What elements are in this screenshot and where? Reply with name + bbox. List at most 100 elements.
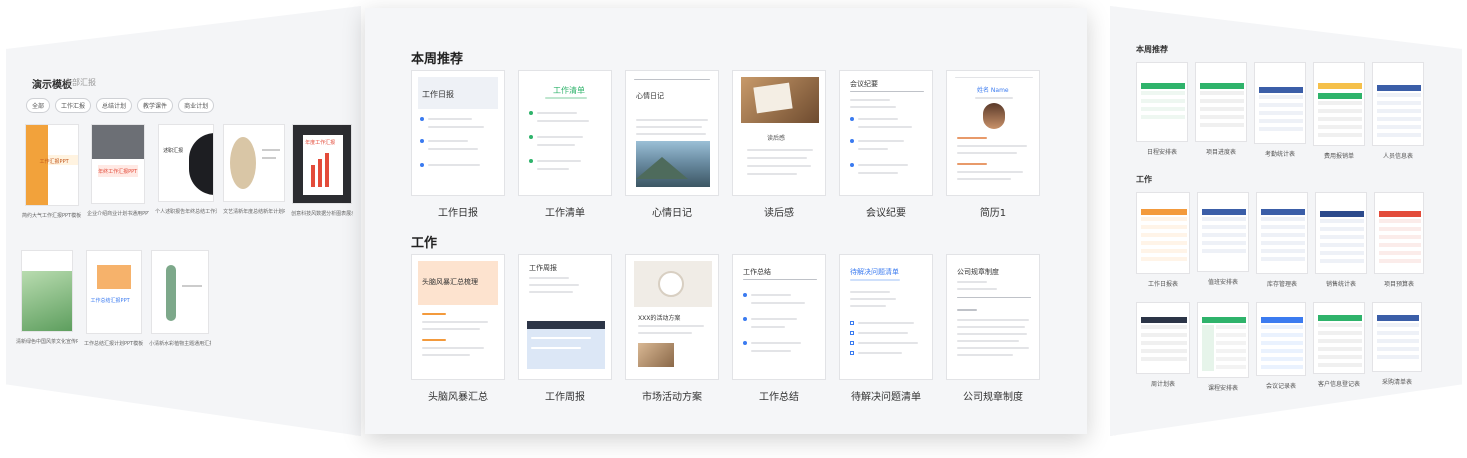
template-thumbnail: 公司规章制度 [946,254,1040,380]
sheet-caption: 周计划表 [1150,381,1175,388]
ppt-card[interactable]: 工作汇报PPT 简约大气工作汇报PPT模板 [22,124,81,219]
template-label: 待解决问题清单 [851,392,921,403]
sheet-card[interactable]: 课程安排表 [1197,302,1249,392]
ppt-card[interactable]: 年终工作汇报PPT 企业介绍商业计划书通用PPT模板 [87,124,149,219]
template-label: 心情日记 [652,208,692,219]
ppt-card[interactable]: 小清新水彩植物主题通用汇报PPT... [149,250,211,347]
sheet-thumbnail [1136,192,1190,274]
template-card-book-review[interactable]: 读后感 读后感 [732,70,826,219]
sheet-caption: 工作日报表 [1147,281,1178,288]
template-thumbnail: 姓名 Name [946,70,1040,196]
sheet-caption: 人员信息表 [1382,153,1413,160]
template-thumbnail: 工作周报 [518,254,612,380]
right-heading-work: 工作 [1136,175,1152,184]
tab-all[interactable]: 全部 [26,98,51,113]
sheet-card[interactable]: 销售统计表 [1315,192,1367,288]
sheet-caption: 费用报销单 [1323,153,1354,160]
template-card-issue-list[interactable]: 待解决问题清单 待解决问题清单 [839,254,933,403]
ppt-caption: 工作总结汇报计划PPT模板 [84,341,144,347]
right-heading-weekly: 本周推荐 [1136,45,1168,54]
ppt-thumbnail: 述职汇报 [158,124,215,202]
ppt-thumbnail: 年度工作汇报 [292,124,353,204]
work-template-grid: 头脑风暴汇总梳理 头脑风暴汇总 工作周报 工作周报 XXX的活动方案 市场活动方… [411,254,1040,403]
tab-summary[interactable]: 总结计划 [96,98,133,113]
sheet-caption: 会议记录表 [1265,383,1296,390]
template-label: 工作清单 [545,208,585,219]
sheet-thumbnail [1256,302,1306,376]
template-thumbnail: 读后感 [732,70,826,196]
ppt-card[interactable]: 年度工作汇报 创意科技风数据分析图表展示汇报 [291,124,353,219]
sheet-card[interactable]: 周计划表 [1136,302,1190,392]
sheet-card[interactable]: 采购清单表 [1372,302,1422,392]
template-card-company-rules[interactable]: 公司规章制度 公司规章制度 [946,254,1040,403]
tab-work-report[interactable]: 工作汇报 [55,98,92,113]
ppt-caption: 文艺清新年度总结新年计划PPT模板 [223,209,286,215]
sheet-thumbnail [1195,62,1247,142]
left-heading-sub[interactable]: 全部汇报 [64,77,96,88]
template-card-marketing-plan[interactable]: XXX的活动方案 市场活动方案 [625,254,719,403]
sheet-card[interactable]: 库存管理表 [1256,192,1308,288]
template-card-work-summary[interactable]: 工作总结 工作总结 [732,254,826,403]
sheet-card[interactable]: 值班安排表 [1197,192,1249,288]
template-label: 工作总结 [759,392,799,403]
sheet-thumbnail [1256,192,1308,274]
ppt-thumbnail [21,250,73,332]
sheet-card[interactable]: 会议记录表 [1256,302,1306,392]
sheet-card[interactable]: 项目预算表 [1374,192,1424,288]
ppt-card[interactable]: 文艺清新年度总结新年计划PPT模板 [223,124,286,219]
template-label: 头脑风暴汇总 [428,392,488,403]
ppt-caption: 个人述职报告年终总结工作汇报 [155,209,217,215]
ppt-card[interactable]: 述职汇报 个人述职报告年终总结工作汇报 [155,124,217,219]
ppt-caption: 企业介绍商业计划书通用PPT模板 [87,211,149,217]
template-thumbnail: 会议纪要 [839,70,933,196]
ppt-thumbnail: 工作总结汇报PPT [85,250,142,334]
sheet-card[interactable]: 工作日报表 [1136,192,1190,288]
sheet-card[interactable]: 日程安排表 [1136,62,1188,160]
weekly-template-grid: 工作日报 工作日报 工作清单 工作清单 心情日记 心情日记 读后感 读后感 会议… [411,70,1040,219]
spreadsheet-templates-panel: 本周推荐 日程安排表 项目进度表 考勤统计表 费用报销单 人员信息表 工作 工作… [1110,6,1462,436]
sheet-thumbnail [1254,62,1306,144]
sheet-card[interactable]: 项目进度表 [1195,62,1247,160]
template-label: 会议纪要 [866,208,906,219]
sheet-card[interactable]: 考勤统计表 [1254,62,1306,160]
template-card-daily-report[interactable]: 工作日报 工作日报 [411,70,505,219]
template-card-brainstorm[interactable]: 头脑风暴汇总梳理 头脑风暴汇总 [411,254,505,403]
sheet-thumbnail [1136,62,1188,142]
sheet-caption: 库存管理表 [1266,281,1297,288]
template-card-resume[interactable]: 姓名 Name 简历1 [946,70,1040,219]
right-row-2: 工作日报表 值班安排表 库存管理表 销售统计表 项目预算表 [1136,192,1424,288]
sheet-thumbnail [1372,302,1422,372]
sheet-thumbnail [1197,192,1249,272]
template-thumbnail: 心情日记 [625,70,719,196]
ppt-caption: 小清新水彩植物主题通用汇报PPT... [149,341,211,347]
ppt-caption: 清新绿色中国风茶文化宣传PPT模板 [16,339,78,345]
sheet-card[interactable]: 费用报销单 [1313,62,1365,160]
template-thumbnail: 工作清单 [518,70,612,196]
ppt-thumbnail: 工作汇报PPT [24,124,79,206]
right-row-1: 日程安排表 项目进度表 考勤统计表 费用报销单 人员信息表 [1136,62,1424,160]
template-label: 简历1 [979,208,1007,219]
sheet-card[interactable]: 客户信息登记表 [1313,302,1365,392]
sheet-caption: 课程安排表 [1207,385,1238,392]
template-label: 工作周报 [545,392,585,403]
sheet-thumbnail [1372,62,1424,146]
template-card-weekly-report[interactable]: 工作周报 工作周报 [518,254,612,403]
tab-teaching[interactable]: 教学课件 [137,98,174,113]
template-thumbnail: 头脑风暴汇总梳理 [411,254,505,380]
left-tab-bar: 全部 工作汇报 总结计划 教学课件 商业计划 [26,98,215,113]
template-card-mood-diary[interactable]: 心情日记 心情日记 [625,70,719,219]
template-thumbnail: 工作总结 [732,254,826,380]
sheet-thumbnail [1315,192,1367,274]
template-label: 市场活动方案 [642,392,702,403]
ppt-card[interactable]: 工作总结汇报PPT 工作总结汇报计划PPT模板 [84,250,143,347]
template-gallery-showcase: 演示模板 全部汇报 全部 工作汇报 总结计划 教学课件 商业计划 工作汇报PPT… [0,0,1467,458]
ppt-card[interactable]: 清新绿色中国风茶文化宣传PPT模板 [16,250,78,347]
ppt-caption: 简约大气工作汇报PPT模板 [22,213,82,219]
sheet-card[interactable]: 人员信息表 [1372,62,1424,160]
section-title-work: 工作 [411,236,438,251]
template-card-meeting-minutes[interactable]: 会议纪要 会议纪要 [839,70,933,219]
template-card-work-list[interactable]: 工作清单 工作清单 [518,70,612,219]
tab-business[interactable]: 商业计划 [178,98,215,113]
ppt-thumbnail [151,250,210,334]
sheet-thumbnail [1374,192,1424,274]
